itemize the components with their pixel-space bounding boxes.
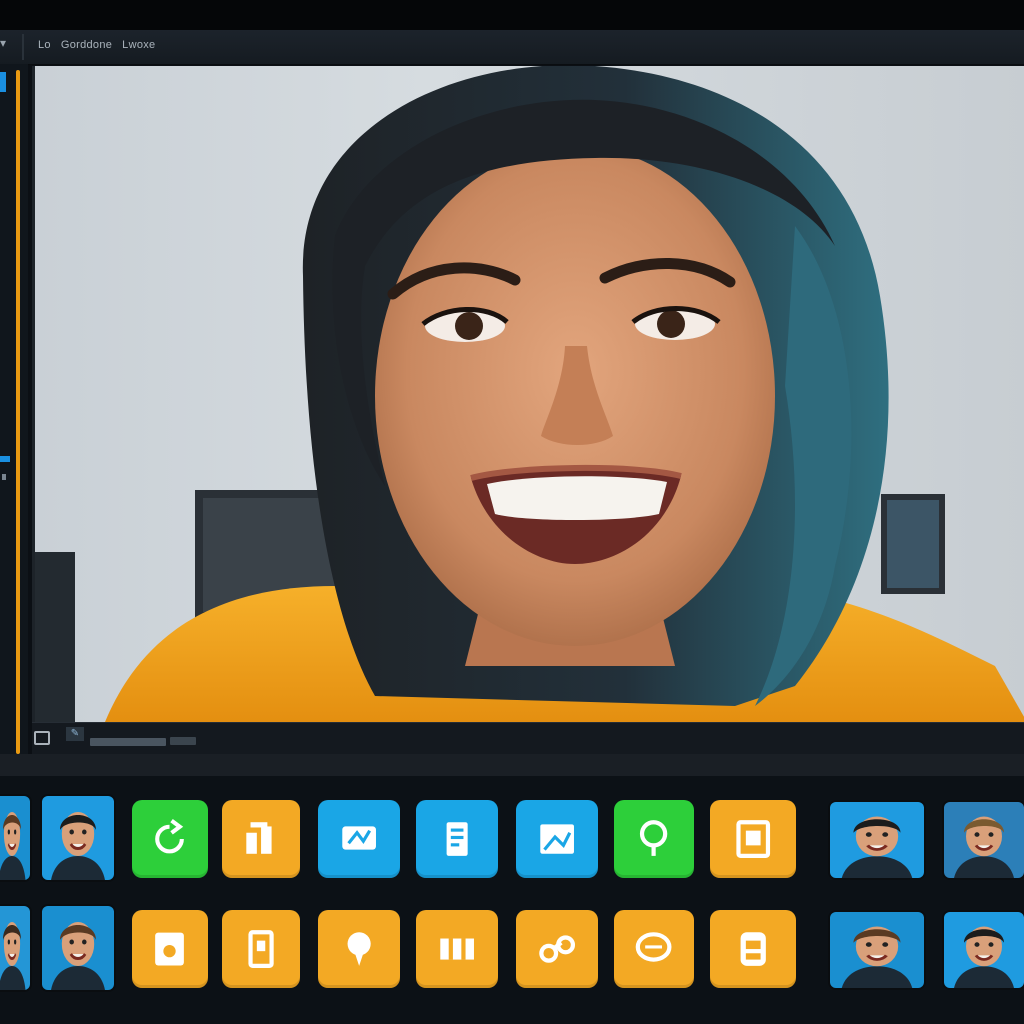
- app-tile[interactable]: [614, 910, 694, 988]
- preview-image: [35, 66, 1024, 722]
- app-tile[interactable]: [710, 910, 796, 988]
- face-thumb[interactable]: [944, 912, 1024, 988]
- menu-bar: ▾ Lo Gorddone Lwoxe: [0, 30, 1024, 65]
- duration-indicator: [170, 737, 196, 745]
- timecode-indicator: [90, 738, 166, 746]
- app-tile[interactable]: [516, 800, 598, 878]
- clip-icon[interactable]: ✎: [66, 727, 84, 741]
- app-tile[interactable]: [222, 910, 300, 988]
- link-icon: [516, 910, 598, 988]
- app-tile[interactable]: [318, 910, 400, 988]
- chevron-down-icon[interactable]: ▾: [0, 36, 14, 56]
- menu-item[interactable]: Lwoxe: [122, 39, 155, 51]
- document-icon: [416, 800, 498, 878]
- menu-separator: [22, 34, 24, 60]
- chat-icon: [318, 910, 400, 988]
- message-icon: [614, 910, 694, 988]
- gallery-icon: [132, 910, 208, 988]
- video-preview[interactable]: [32, 66, 1024, 722]
- app-tile[interactable]: [516, 910, 598, 988]
- face-thumb[interactable]: [42, 796, 114, 880]
- app-tile[interactable]: [416, 800, 498, 878]
- face-thumb[interactable]: [830, 802, 924, 878]
- pin-icon: [614, 800, 694, 878]
- face-thumb[interactable]: [0, 906, 30, 990]
- app-tile[interactable]: [614, 800, 694, 878]
- bars-icon: [222, 800, 300, 878]
- app-tile[interactable]: [416, 910, 498, 988]
- app-tile[interactable]: [318, 800, 400, 878]
- app-tile[interactable]: [222, 800, 300, 878]
- camera-icon[interactable]: [34, 731, 50, 745]
- save-icon: [710, 910, 796, 988]
- rail-marker: [0, 456, 10, 462]
- menu-items: Lo Gorddone Lwoxe: [38, 39, 155, 51]
- photo-icon: [516, 800, 598, 878]
- rail-marker: [0, 72, 6, 92]
- face-thumb[interactable]: [830, 912, 924, 988]
- left-rail: [0, 64, 28, 754]
- app-tile[interactable]: [710, 800, 796, 878]
- rail-marker: [2, 474, 6, 480]
- menu-item[interactable]: Lo: [38, 39, 51, 51]
- refresh-icon: [132, 800, 208, 878]
- panel-divider[interactable]: [0, 754, 1024, 776]
- top-strip: [0, 0, 1024, 30]
- face-thumb[interactable]: [42, 906, 114, 990]
- app-tile[interactable]: [132, 800, 208, 878]
- timeline-scrubber[interactable]: [16, 70, 20, 754]
- badge-icon: [318, 800, 400, 878]
- frame-icon: [710, 800, 796, 878]
- note-icon: [222, 910, 300, 988]
- app-tile[interactable]: [132, 910, 208, 988]
- preview-status-bar: ✎: [32, 722, 1024, 755]
- film-icon: [416, 910, 498, 988]
- media-tray: [0, 776, 1024, 1024]
- face-thumb[interactable]: [0, 796, 30, 880]
- face-thumb[interactable]: [944, 802, 1024, 878]
- menu-item[interactable]: Gorddone: [61, 39, 112, 51]
